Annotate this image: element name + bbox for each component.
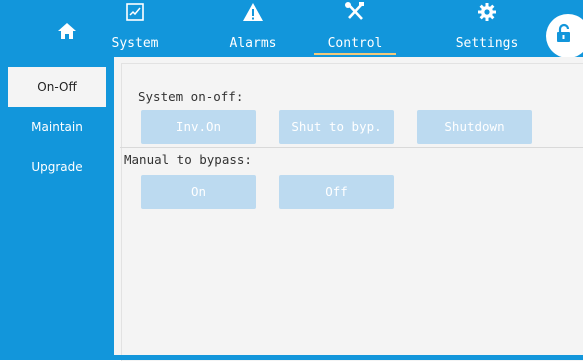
home-icon[interactable]	[57, 21, 77, 41]
tab-system[interactable]: System	[104, 0, 166, 57]
tab-alarms[interactable]: Alarms	[222, 0, 284, 57]
bypass-on-button[interactable]: On	[141, 175, 256, 209]
manual-bypass-label: Manual to bypass:	[124, 152, 252, 167]
chart-icon	[125, 2, 145, 26]
tab-settings-label: Settings	[455, 36, 519, 51]
system-onoff-label: System on-off:	[138, 89, 244, 104]
sidebar-item-upgrade[interactable]: Upgrade	[0, 147, 114, 187]
tab-settings[interactable]: Settings	[447, 0, 527, 57]
content-frame	[121, 63, 583, 361]
section-divider	[120, 147, 583, 148]
tab-alarms-label: Alarms	[229, 36, 277, 51]
tab-control[interactable]: Control	[310, 0, 400, 57]
sidebar-item-maintain[interactable]: Maintain	[0, 107, 114, 147]
warning-icon	[242, 2, 264, 26]
sidebar-item-label: Upgrade	[31, 160, 83, 174]
sidebar-item-label: On-Off	[37, 80, 77, 94]
tools-icon	[344, 2, 366, 26]
tab-system-label: System	[111, 36, 159, 51]
inv-on-button[interactable]: Inv.On	[141, 110, 256, 144]
lock-button[interactable]	[546, 14, 583, 58]
top-navigation-bar: System Alarms Control Settings	[0, 0, 583, 58]
gear-icon	[477, 2, 497, 26]
sidebar: On-Off Maintain Upgrade	[0, 57, 114, 360]
shutdown-button[interactable]: Shutdown	[417, 110, 532, 144]
sidebar-item-on-off[interactable]: On-Off	[8, 67, 106, 107]
bottom-border	[0, 355, 583, 360]
active-tab-indicator	[314, 53, 396, 55]
sidebar-item-label: Maintain	[31, 120, 83, 134]
bypass-off-button[interactable]: Off	[279, 175, 394, 209]
shut-to-bypass-button[interactable]: Shut to byp.	[279, 110, 394, 144]
tab-control-label: Control	[327, 36, 383, 51]
unlock-icon	[557, 23, 570, 42]
